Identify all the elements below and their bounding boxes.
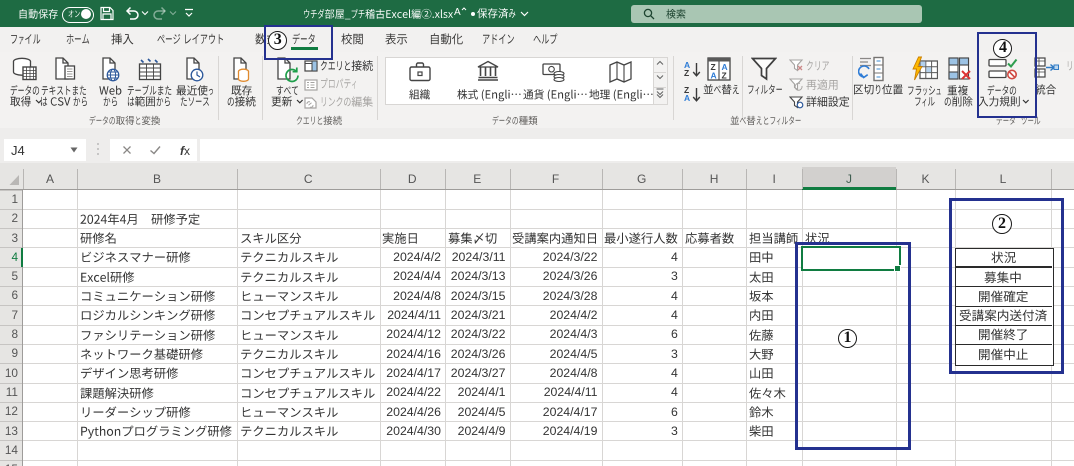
- svg-text:A: A: [454, 7, 461, 18]
- svg-text:Z: Z: [722, 71, 727, 81]
- svg-text:A: A: [711, 71, 717, 81]
